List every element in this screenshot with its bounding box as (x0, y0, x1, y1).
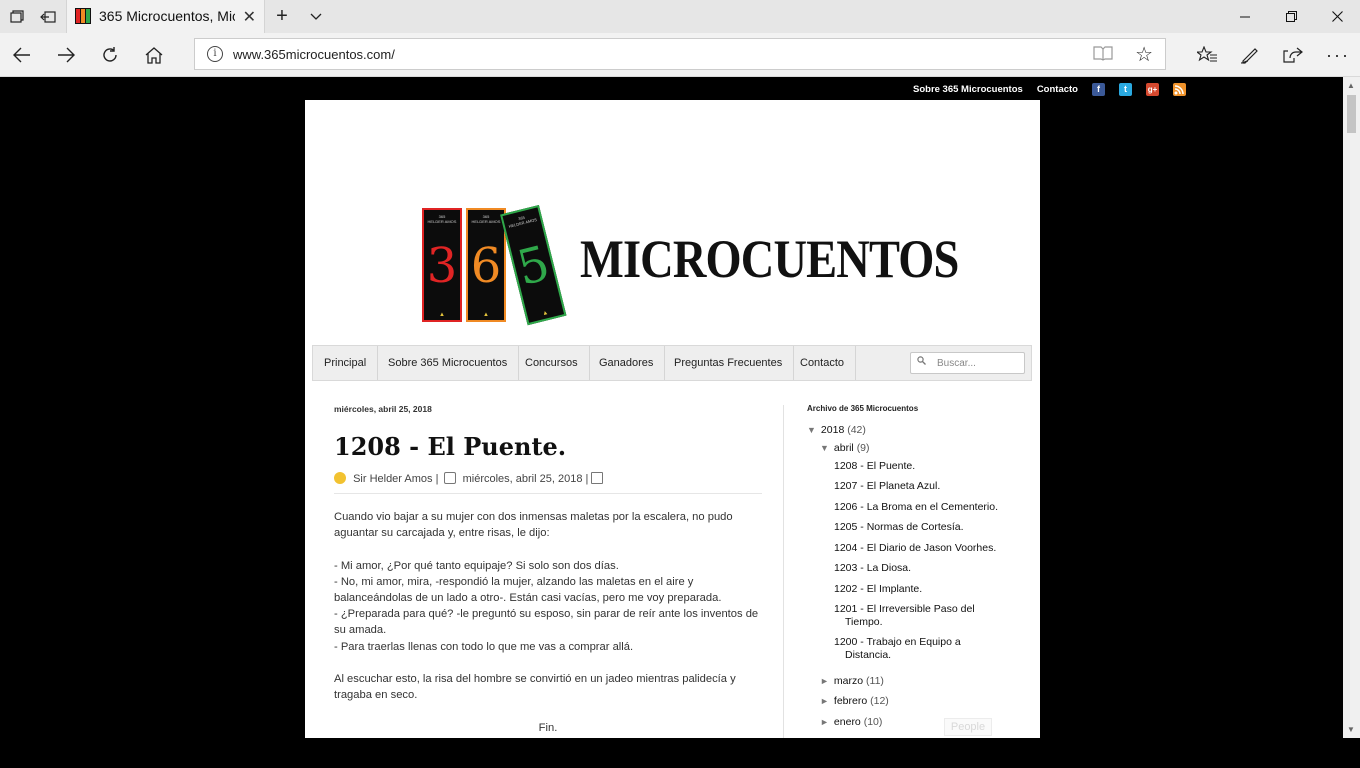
post-date-header: miércoles, abril 25, 2018 (334, 404, 432, 414)
archive-post-link[interactable]: 1206 - La Broma en el Cementerio. (834, 501, 1004, 514)
more-icon[interactable]: ··· (1320, 37, 1356, 73)
info-icon[interactable]: i (207, 46, 223, 62)
page-scrollbar[interactable]: ▲ ▼ (1343, 77, 1360, 738)
status-bar (0, 738, 1360, 768)
set-aside-tabs-icon[interactable] (31, 0, 64, 33)
logo-book-5: 365 HELDER AMOS 5 ▲ (500, 204, 567, 326)
meta-separator: | (435, 473, 439, 486)
scroll-down-icon[interactable]: ▼ (1347, 725, 1355, 734)
archive-month-febrero[interactable]: ► febrero (12) (820, 695, 889, 707)
googleplus-icon[interactable]: g+ (1145, 83, 1159, 96)
logo-book-6: 365 HELDER AMOS 6 ▲ (466, 208, 506, 322)
refresh-icon[interactable] (92, 37, 128, 73)
minimize-icon[interactable] (1222, 0, 1268, 33)
archive-post-link[interactable]: 1208 - El Puente. (834, 460, 1004, 473)
post-paragraph: Al escuchar esto, la risa del hombre se … (334, 673, 736, 702)
menu-item-principal[interactable]: Principal (313, 346, 379, 380)
address-toolbar: i www.365microcuentos.com/ ☆ ··· (0, 33, 1360, 77)
back-arrow-icon[interactable] (4, 37, 40, 73)
archive-post-link[interactable]: 1201 - El Irreversible Paso del Tiempo. (834, 603, 1004, 629)
menu-item-contacto[interactable]: Contacto (789, 346, 857, 380)
post-meta: Sir Helder Amos | miércoles, abril 25, 2… (334, 472, 762, 494)
reading-view-icon[interactable] (1093, 45, 1113, 66)
archive-post-link[interactable]: 1202 - El Implante. (834, 583, 1004, 596)
archive-month-marzo[interactable]: ► marzo (11) (820, 675, 884, 687)
calendar-icon (443, 472, 456, 484)
tab-title: 365 Microcuentos, Micr (99, 8, 235, 24)
expanded-triangle-icon[interactable]: ▼ (820, 443, 829, 453)
logo-book-3: 365 HELDER AMOS 3 ▲ (422, 208, 462, 322)
main-menu: Principal Sobre 365 Microcuentos Concurs… (312, 345, 1032, 381)
web-viewport: Sobre 365 Microcuentos Contacto f t g+ 3… (0, 77, 1343, 738)
archive-year[interactable]: ▼ 2018 (42) (807, 424, 866, 436)
tab-favicon (75, 8, 91, 24)
archive-month-april[interactable]: ▼ abril (9) (820, 442, 870, 454)
post-title[interactable]: 1208 - El Puente. (334, 432, 566, 461)
archive-post-link[interactable]: 1200 - Trabajo en Equipo a Distancia. (834, 636, 1004, 662)
logo-wordmark: MICROCUENTOS (580, 229, 959, 289)
meta-separator: | (585, 473, 589, 486)
tab-bar: 365 Microcuentos, Micr ✕ + (0, 0, 1360, 33)
facebook-icon[interactable]: f (1091, 83, 1105, 96)
top-link-contact[interactable]: Contacto (1037, 84, 1078, 95)
close-icon[interactable] (1314, 0, 1360, 33)
comment-icon[interactable] (591, 472, 604, 484)
scroll-up-icon[interactable]: ▲ (1347, 81, 1355, 90)
archive-month-enero[interactable]: ► enero (10) (820, 716, 882, 728)
home-icon[interactable] (136, 37, 172, 73)
pen-icon[interactable] (1232, 37, 1268, 73)
share-icon[interactable] (1275, 37, 1311, 73)
post-end: Fin. (538, 721, 558, 734)
search-input[interactable]: Buscar... (910, 352, 1025, 374)
active-tab[interactable]: 365 Microcuentos, Micr ✕ (66, 0, 265, 33)
plus-icon[interactable]: + (265, 0, 299, 33)
archive-post-link[interactable]: 1205 - Normas de Cortesía. (834, 521, 1004, 534)
archive-post-link[interactable]: 1204 - El Diario de Jason Voorhes. (834, 542, 1004, 555)
collapsed-triangle-icon[interactable]: ► (820, 696, 829, 706)
post-author[interactable]: Sir Helder Amos (353, 473, 432, 485)
archive-post-link[interactable]: 1207 - El Planeta Azul. (834, 480, 1004, 493)
search-icon (917, 356, 926, 367)
expanded-triangle-icon[interactable]: ▼ (807, 425, 816, 435)
post-date[interactable]: miércoles, abril 25, 2018 (463, 473, 583, 485)
top-links: Sobre 365 Microcuentos Contacto f t g+ (913, 83, 1186, 96)
star-icon[interactable]: ☆ (1135, 42, 1153, 67)
restore-icon[interactable] (1268, 0, 1314, 33)
tab-close-icon[interactable]: ✕ (243, 7, 256, 27)
url-text[interactable]: www.365microcuentos.com/ (233, 47, 395, 62)
archive-post-link[interactable]: 1203 - La Diosa. (834, 562, 1004, 575)
menu-item-sobre[interactable]: Sobre 365 Microcuentos (377, 346, 520, 380)
rss-icon[interactable] (1172, 83, 1186, 96)
menu-item-preguntas[interactable]: Preguntas Frecuentes (663, 346, 795, 380)
author-icon (334, 472, 346, 484)
post-paragraph: Cuando vio bajar a su mujer con dos inme… (334, 511, 733, 540)
people-button[interactable]: People (944, 718, 992, 736)
site-logo[interactable]: 365 HELDER AMOS 3 ▲ 365 HELDER AMOS 6 ▲ 36… (422, 200, 959, 328)
menu-item-ganadores[interactable]: Ganadores (588, 346, 666, 380)
tab-actions-icon[interactable] (0, 0, 33, 33)
chevron-down-icon[interactable] (299, 0, 332, 33)
menu-item-concursos[interactable]: Concursos (514, 346, 590, 380)
post-paragraph: - Mi amor, ¿Por qué tanto equipaje? Si s… (334, 559, 759, 653)
twitter-icon[interactable]: t (1118, 83, 1132, 96)
post-body: Cuando vio bajar a su mujer con dos inme… (334, 509, 762, 738)
blog-page: 365 HELDER AMOS 3 ▲ 365 HELDER AMOS 6 ▲ 36… (305, 100, 1040, 738)
favorites-hub-icon[interactable] (1189, 37, 1225, 73)
collapsed-triangle-icon[interactable]: ► (820, 717, 829, 727)
collapsed-triangle-icon[interactable]: ► (820, 676, 829, 686)
archive-title: Archivo de 365 Microcuentos (807, 404, 919, 413)
forward-arrow-icon[interactable] (48, 37, 84, 73)
column-divider (783, 405, 784, 738)
top-link-about[interactable]: Sobre 365 Microcuentos (913, 84, 1023, 95)
search-placeholder: Buscar... (937, 358, 976, 369)
url-field[interactable]: i www.365microcuentos.com/ ☆ (194, 38, 1166, 70)
scroll-thumb[interactable] (1347, 95, 1356, 133)
